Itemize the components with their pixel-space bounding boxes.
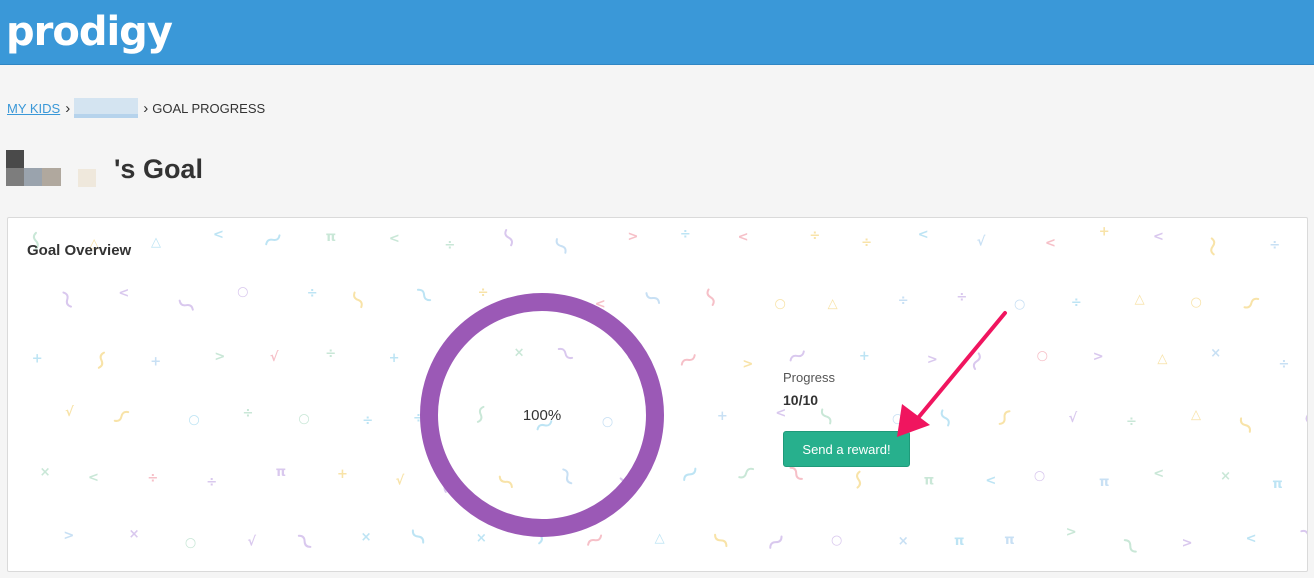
breadcrumb-child-name-redacted[interactable] — [74, 98, 139, 118]
svg-text:<: < — [213, 227, 224, 242]
progress-value: 10/10 — [783, 392, 819, 408]
svg-text:+: + — [150, 354, 161, 369]
breadcrumb-goal-progress: GOAL PROGRESS — [152, 100, 266, 116]
svg-text:△: △ — [151, 235, 161, 250]
svg-text:÷: ÷ — [1126, 414, 1137, 429]
svg-text:<: < — [918, 227, 929, 242]
progress-percent: 100% — [522, 406, 562, 424]
svg-text:○: ○ — [298, 411, 309, 426]
svg-text:○: ○ — [892, 411, 903, 426]
svg-text:○: ○ — [831, 533, 842, 548]
svg-text:×: × — [898, 534, 909, 549]
svg-text:<: < — [1153, 466, 1164, 481]
svg-text:π: π — [954, 534, 964, 549]
svg-text:÷: ÷ — [206, 475, 217, 490]
goal-overview-card: △ △ < π < ÷ > ÷ < ÷ ÷ < √ < + < ÷ < ○ ÷ ÷ ÷ < ○ △ ÷ ÷ ○ ÷ △ ○ < + + > √ ÷ + ÷ ×… — [7, 217, 1308, 572]
svg-text:π: π — [276, 465, 286, 480]
svg-text:○: ○ — [1037, 349, 1048, 364]
svg-text:π: π — [326, 230, 336, 245]
svg-text:×: × — [1210, 346, 1221, 361]
svg-text:÷: ÷ — [898, 293, 909, 308]
breadcrumb: MY KIDS › › GOAL PROGRESS — [7, 98, 265, 118]
svg-text:<: < — [88, 470, 99, 485]
svg-text:+: + — [32, 351, 43, 366]
svg-text:÷: ÷ — [861, 236, 872, 251]
svg-text:÷: ÷ — [956, 290, 967, 305]
svg-text:<: < — [985, 473, 996, 488]
svg-text:÷: ÷ — [809, 229, 820, 244]
svg-text:π: π — [1004, 533, 1014, 548]
top-nav-bar: prodigy — [0, 0, 1314, 65]
svg-text:>: > — [927, 353, 938, 368]
send-reward-button[interactable]: Send a reward! — [783, 431, 910, 467]
svg-text:>: > — [627, 230, 638, 245]
svg-text:○: ○ — [1034, 469, 1045, 484]
svg-text:×: × — [361, 530, 372, 545]
svg-text:△: △ — [1191, 408, 1201, 423]
svg-text:÷: ÷ — [680, 227, 691, 242]
svg-text:>: > — [1066, 525, 1077, 540]
svg-text:△: △ — [1135, 292, 1145, 307]
svg-text:○: ○ — [1191, 295, 1202, 310]
chevron-right-icon: › — [143, 99, 149, 117]
svg-text:>: > — [214, 350, 225, 365]
svg-text:π: π — [1272, 477, 1282, 492]
svg-text:<: < — [1045, 236, 1056, 251]
svg-text:△: △ — [828, 297, 838, 312]
svg-text:+: + — [337, 467, 348, 482]
svg-text:>: > — [1182, 536, 1193, 551]
svg-text:π: π — [924, 474, 934, 489]
svg-text:△: △ — [1157, 351, 1167, 366]
svg-text:÷: ÷ — [147, 471, 158, 486]
prodigy-logo[interactable]: prodigy — [6, 4, 173, 60]
breadcrumb-my-kids-link[interactable]: MY KIDS — [7, 101, 60, 116]
svg-text:÷: ÷ — [307, 286, 318, 301]
svg-text:√: √ — [396, 474, 405, 489]
svg-text:<: < — [1246, 531, 1257, 546]
svg-text:<: < — [1307, 286, 1308, 301]
svg-text:+: + — [717, 409, 728, 424]
goal-title-text: 's Goal — [114, 153, 203, 184]
svg-text:○: ○ — [185, 535, 196, 550]
svg-text:<: < — [738, 230, 749, 245]
svg-text:√: √ — [1068, 411, 1077, 426]
svg-text:÷: ÷ — [362, 413, 373, 428]
svg-text:+: + — [1099, 224, 1110, 239]
svg-text:+: + — [859, 349, 870, 364]
svg-text:>: > — [742, 357, 753, 372]
svg-text:√: √ — [65, 405, 74, 420]
goal-overview-title: Goal Overview — [27, 242, 132, 259]
svg-text:<: < — [118, 286, 129, 301]
svg-text:<: < — [775, 406, 786, 421]
chevron-right-icon: › — [65, 99, 71, 117]
svg-text:√: √ — [247, 535, 256, 550]
svg-text:×: × — [129, 527, 140, 542]
svg-text:○: ○ — [237, 284, 248, 299]
svg-text:×: × — [40, 465, 51, 480]
svg-text:○: ○ — [1014, 297, 1025, 312]
svg-text:÷: ÷ — [325, 346, 336, 361]
progress-label: Progress — [783, 370, 836, 385]
child-name-redacted — [6, 150, 108, 188]
svg-text:×: × — [1220, 469, 1231, 484]
svg-text:<: < — [389, 232, 400, 247]
page-title: 's Goal — [6, 150, 203, 188]
svg-text:÷: ÷ — [242, 406, 253, 421]
svg-text:+: + — [389, 351, 400, 366]
svg-text:○: ○ — [775, 297, 786, 312]
svg-text:π: π — [1099, 475, 1109, 490]
svg-text:÷: ÷ — [1269, 238, 1280, 253]
svg-text:<: < — [1153, 230, 1164, 245]
svg-text:÷: ÷ — [1279, 357, 1290, 372]
svg-text:÷: ÷ — [1071, 296, 1082, 311]
svg-text:÷: ÷ — [444, 238, 455, 253]
svg-text:>: > — [1093, 349, 1104, 364]
svg-text:√: √ — [977, 235, 986, 250]
svg-text:√: √ — [270, 350, 279, 365]
svg-text:○: ○ — [188, 413, 199, 428]
svg-text:>: > — [63, 528, 74, 543]
